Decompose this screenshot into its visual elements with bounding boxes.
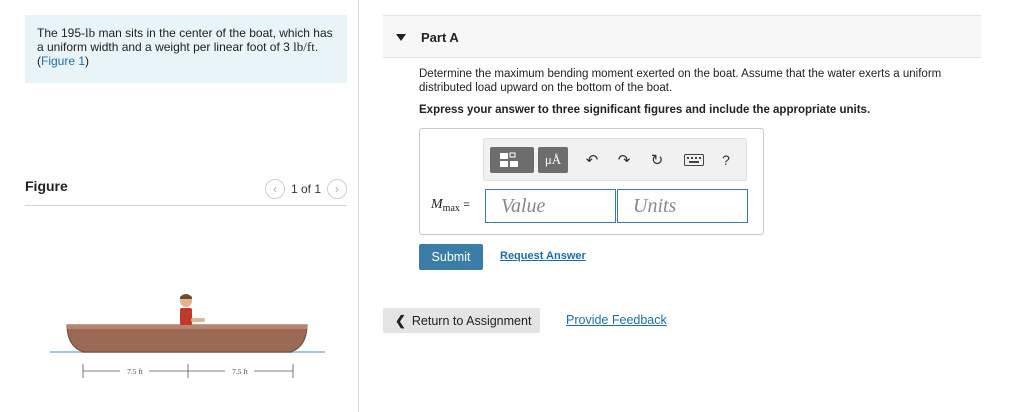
boat-hull <box>66 324 308 353</box>
dim-label-right: 7.5 ft <box>232 367 249 376</box>
chevron-left-icon[interactable]: ‹ <box>264 179 285 199</box>
part-title: Part A <box>421 30 459 45</box>
provide-feedback-link[interactable]: Provide Feedback <box>566 313 667 327</box>
dim-label-left: 7.5 ft <box>127 367 144 376</box>
problem-text-part: The 195- <box>37 26 86 40</box>
figure-header: Figure ‹ 1 of 1 › <box>25 176 347 206</box>
templates-button[interactable] <box>490 147 534 173</box>
boat-figure: 7.5 ft 7.5 ft <box>50 294 325 378</box>
answer-variable-label: Mmax = <box>431 197 470 214</box>
chevron-right-icon[interactable]: › <box>327 179 347 199</box>
templates-icon <box>500 152 518 167</box>
return-label: Return to Assignment <box>411 313 532 328</box>
submit-button[interactable]: Submit <box>419 244 483 270</box>
chevron-left-icon: ❮ <box>395 312 406 328</box>
value-input[interactable] <box>485 189 616 223</box>
math-toolbar: μÅ ↶ ↷ ↻ ? <box>483 138 747 181</box>
dimension-line <box>82 364 294 378</box>
redo-icon[interactable]: ↷ <box>614 147 634 173</box>
question-text: Determine the maximum bending moment exe… <box>419 68 942 94</box>
return-to-assignment-button[interactable]: ❮ Return to Assignment <box>383 308 540 333</box>
man-figure <box>180 294 205 325</box>
man-hair <box>180 294 192 299</box>
problem-text-part: . <box>314 40 319 54</box>
figure-link[interactable]: Figure 1 <box>41 54 85 68</box>
undo-icon[interactable]: ↶ <box>582 147 602 173</box>
variable-symbol: M <box>431 197 443 212</box>
paren: ) <box>85 54 90 68</box>
figure-title: Figure <box>25 178 68 194</box>
man-arm <box>191 318 205 322</box>
weight-unit: lb <box>85 25 96 40</box>
left-column: The 195-lb man sits in the center of the… <box>0 0 358 412</box>
part-a-header[interactable]: Part A <box>383 15 981 58</box>
boat-rim <box>67 325 307 329</box>
request-answer-link[interactable]: Request Answer <box>500 250 586 262</box>
units-button-label: μÅ <box>544 152 562 167</box>
caret-down-icon[interactable] <box>396 34 406 41</box>
pager-text: 1 of 1 <box>290 182 321 196</box>
equals-sign: = <box>463 199 470 211</box>
column-divider <box>358 0 359 412</box>
keyboard-icon[interactable] <box>683 147 705 173</box>
problem-statement: The 195-lb man sits in the center of the… <box>25 15 347 83</box>
help-button[interactable]: ? <box>716 147 736 173</box>
reset-icon[interactable]: ↻ <box>647 147 667 173</box>
instruction-text: Express your answer to three significant… <box>419 104 871 116</box>
man-shirt <box>180 308 192 325</box>
units-button[interactable]: μÅ <box>538 147 568 173</box>
figure-pager: ‹ 1 of 1 › <box>264 178 347 200</box>
load-unit: lb/ft <box>293 39 315 54</box>
units-input[interactable] <box>617 189 748 223</box>
variable-subscript: max <box>442 203 460 214</box>
